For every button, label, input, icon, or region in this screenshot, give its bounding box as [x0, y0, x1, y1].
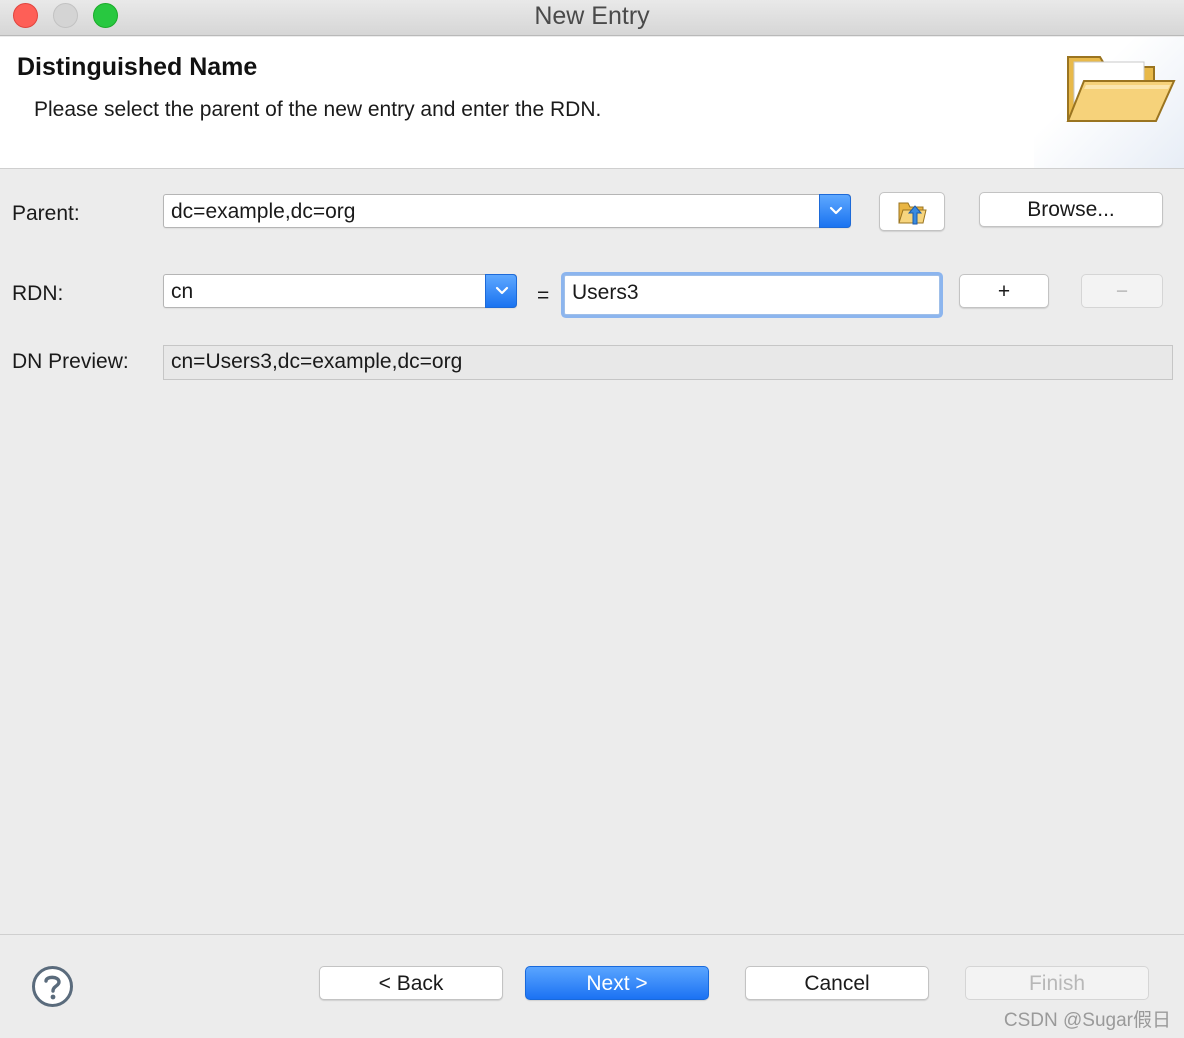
cancel-button[interactable]: Cancel — [745, 966, 929, 1000]
wizard-header: Distinguished Name Please select the par… — [0, 37, 1184, 169]
page-description: Please select the parent of the new entr… — [34, 98, 602, 121]
rdn-attribute-value: cn — [171, 280, 194, 303]
footer-divider — [0, 934, 1184, 935]
rdn-value-text: Users3 — [572, 281, 639, 304]
chevron-down-icon — [495, 286, 509, 295]
parent-dropdown-button[interactable] — [819, 194, 851, 228]
watermark-text: CSDN @Sugar假日 — [1003, 1010, 1171, 1031]
parent-folder-up-icon — [898, 202, 927, 225]
rdn-label: RDN: — [12, 282, 64, 305]
rdn-add-button[interactable]: + — [959, 274, 1049, 308]
rdn-attribute-combo[interactable]: cn — [163, 274, 517, 308]
window-title: New Entry — [534, 2, 650, 30]
parent-value: dc=example,dc=org — [171, 200, 356, 223]
rdn-remove-button[interactable]: − — [1081, 274, 1163, 308]
back-button[interactable]: < Back — [319, 966, 503, 1000]
parent-combo[interactable]: dc=example,dc=org — [163, 194, 851, 228]
dn-preview-value: cn=Users3,dc=example,dc=org — [171, 350, 463, 373]
dn-preview-field: cn=Users3,dc=example,dc=org — [163, 345, 1173, 380]
chevron-down-icon — [829, 206, 843, 215]
parent-label: Parent: — [12, 202, 80, 225]
parent-up-button[interactable] — [879, 192, 945, 231]
rdn-value-input[interactable]: Users3 — [564, 275, 940, 315]
rdn-equals-sign: = — [537, 284, 550, 307]
rdn-attribute-dropdown-button[interactable] — [485, 274, 517, 308]
next-button[interactable]: Next > — [525, 966, 709, 1000]
folder-open-icon — [1066, 56, 1176, 122]
finish-button[interactable]: Finish — [965, 966, 1149, 1000]
help-icon[interactable] — [31, 965, 74, 1008]
browse-button[interactable]: Browse... — [979, 192, 1163, 227]
dn-preview-label: DN Preview: — [12, 350, 129, 373]
window-titlebar: New Entry — [0, 0, 1184, 36]
page-title: Distinguished Name — [17, 53, 258, 81]
